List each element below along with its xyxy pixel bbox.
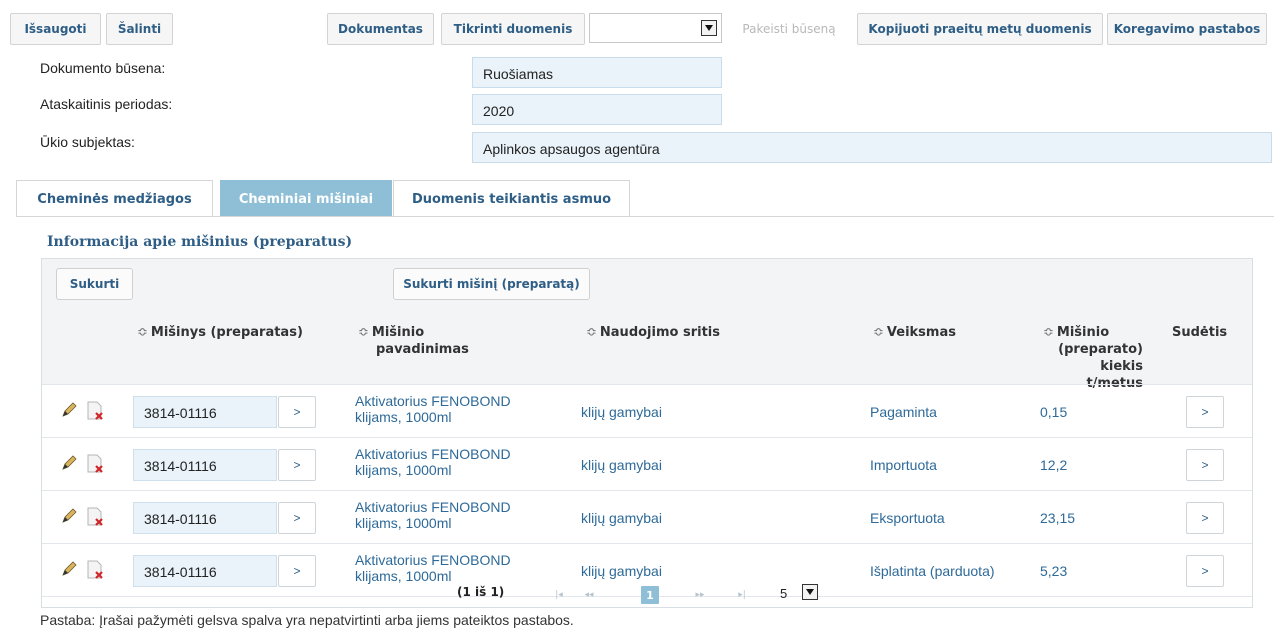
page-size-select[interactable]: 5 — [776, 584, 834, 604]
open-mixture-button[interactable]: > — [278, 554, 316, 587]
mixture-name-link[interactable]: Aktivatorius FENOBOND klijams, 1000ml — [355, 446, 555, 478]
composition-button[interactable]: > — [1186, 395, 1224, 428]
create-button[interactable]: Sukurti — [56, 268, 133, 300]
mixture-name-link[interactable]: Aktivatorius FENOBOND klijams, 1000ml — [355, 552, 555, 584]
entity-label: Ūkio subjektas: — [40, 134, 135, 150]
edit-icon[interactable] — [59, 453, 79, 473]
edit-icon[interactable] — [59, 559, 79, 579]
status-label: Dokumento būsena: — [40, 60, 166, 76]
pager-current-page[interactable]: 1 — [641, 586, 659, 604]
page-size-value: 5 — [780, 586, 788, 601]
mixture-code-field[interactable]: 3814-01116 — [133, 501, 277, 534]
mixture-name-link[interactable]: Aktivatorius FENOBOND klijams, 1000ml — [355, 499, 555, 531]
usage-area-cell[interactable]: klijų gamybai — [581, 457, 662, 473]
tab-chemical-substances[interactable]: Cheminės medžiagos — [16, 180, 213, 217]
pager-last-button[interactable]: ▸| — [730, 586, 754, 604]
sort-icon: ≎ — [358, 325, 369, 340]
usage-area-cell[interactable]: klijų gamybai — [581, 563, 662, 579]
column-composition: Sudėtis — [1172, 325, 1228, 340]
sort-icon: ≎ — [1043, 325, 1054, 340]
mixture-name-link[interactable]: Aktivatorius FENOBOND klijams, 1000ml — [355, 393, 555, 425]
composition-button[interactable]: > — [1186, 554, 1224, 587]
open-mixture-button[interactable]: > — [278, 501, 316, 534]
action-cell[interactable]: Išplatinta (parduota) — [870, 563, 995, 579]
status-select[interactable] — [589, 13, 722, 43]
row-divider — [42, 384, 1252, 385]
usage-area-cell[interactable]: klijų gamybai — [581, 510, 662, 526]
sort-icon: ≎ — [586, 325, 597, 340]
change-status-button[interactable]: Pakeisti būseną — [728, 13, 850, 45]
composition-button[interactable]: > — [1186, 501, 1224, 534]
delete-row-icon[interactable] — [84, 506, 104, 526]
delete-row-icon[interactable] — [84, 559, 104, 579]
delete-button[interactable]: Šalinti — [106, 13, 173, 45]
sort-icon: ≎ — [137, 325, 148, 340]
pager-first-button[interactable]: |◂ — [547, 586, 571, 604]
edit-icon[interactable] — [59, 506, 79, 526]
column-mixture-name[interactable]: ≎ Mišinio pavadinimas — [358, 324, 469, 358]
chevron-down-icon[interactable] — [802, 584, 818, 600]
pager-prev-button[interactable]: ◂◂ — [577, 586, 601, 604]
delete-row-icon[interactable] — [84, 453, 104, 473]
action-cell[interactable]: Pagaminta — [870, 404, 937, 420]
action-cell[interactable]: Importuota — [870, 457, 937, 473]
column-usage-area[interactable]: ≎ Naudojimo sritis — [586, 324, 720, 341]
row-divider — [42, 437, 1252, 438]
delete-row-icon[interactable] — [84, 400, 104, 420]
open-mixture-button[interactable]: > — [278, 448, 316, 481]
pager-next-button[interactable]: ▸▸ — [688, 586, 712, 604]
quantity-cell[interactable]: 12,2 — [1040, 457, 1067, 473]
column-action[interactable]: ≎ Veiksmas — [873, 324, 956, 341]
copy-last-year-button[interactable]: Kopijuoti praeitų metų duomenis — [857, 13, 1103, 45]
tab-chemical-mixtures[interactable]: Cheminiai mišiniai — [220, 180, 392, 217]
section-title: Informacija apie mišinius (preparatus) — [47, 234, 353, 250]
create-mixture-button[interactable]: Sukurti mišinį (preparatą) — [393, 268, 590, 300]
quantity-cell[interactable]: 5,23 — [1040, 563, 1067, 579]
composition-button[interactable]: > — [1186, 448, 1224, 481]
mixture-code-field[interactable]: 3814-01116 — [133, 554, 277, 587]
document-button[interactable]: Dokumentas — [327, 13, 434, 45]
open-mixture-button[interactable]: > — [278, 395, 316, 428]
footnote: Pastaba: Įrašai pažymėti gelsva spalva y… — [40, 612, 574, 628]
period-value: 2020 — [472, 94, 722, 125]
chevron-down-icon[interactable] — [701, 20, 717, 36]
mixture-code-field[interactable]: 3814-01116 — [133, 448, 277, 481]
row-divider — [42, 543, 1252, 544]
sort-icon: ≎ — [873, 325, 884, 340]
tab-divider — [16, 216, 1274, 217]
mixture-code-field[interactable]: 3814-01116 — [133, 395, 277, 428]
column-mixture[interactable]: ≎ Mišinys (preparatas) — [137, 324, 303, 341]
quantity-cell[interactable]: 0,15 — [1040, 404, 1067, 420]
check-data-button[interactable]: Tikrinti duomenis — [441, 13, 585, 45]
status-value: Ruošiamas — [472, 57, 722, 88]
quantity-cell[interactable]: 23,15 — [1040, 510, 1075, 526]
entity-value: Aplinkos apsaugos agentūra — [472, 132, 1272, 163]
period-label: Ataskaitinis periodas: — [40, 96, 173, 112]
correction-notes-button[interactable]: Koregavimo pastabos — [1107, 13, 1267, 45]
tab-data-provider[interactable]: Duomenis teikiantis asmuo — [393, 180, 630, 217]
row-divider — [42, 490, 1252, 491]
column-quantity[interactable]: ≎ Mišinio (preparato) kiekis t/metus — [1043, 324, 1143, 392]
save-button[interactable]: Išsaugoti — [10, 13, 101, 45]
edit-icon[interactable] — [59, 400, 79, 420]
usage-area-cell[interactable]: klijų gamybai — [581, 404, 662, 420]
action-cell[interactable]: Eksportuota — [870, 510, 945, 526]
pager-summary: (1 iš 1) — [457, 585, 505, 599]
